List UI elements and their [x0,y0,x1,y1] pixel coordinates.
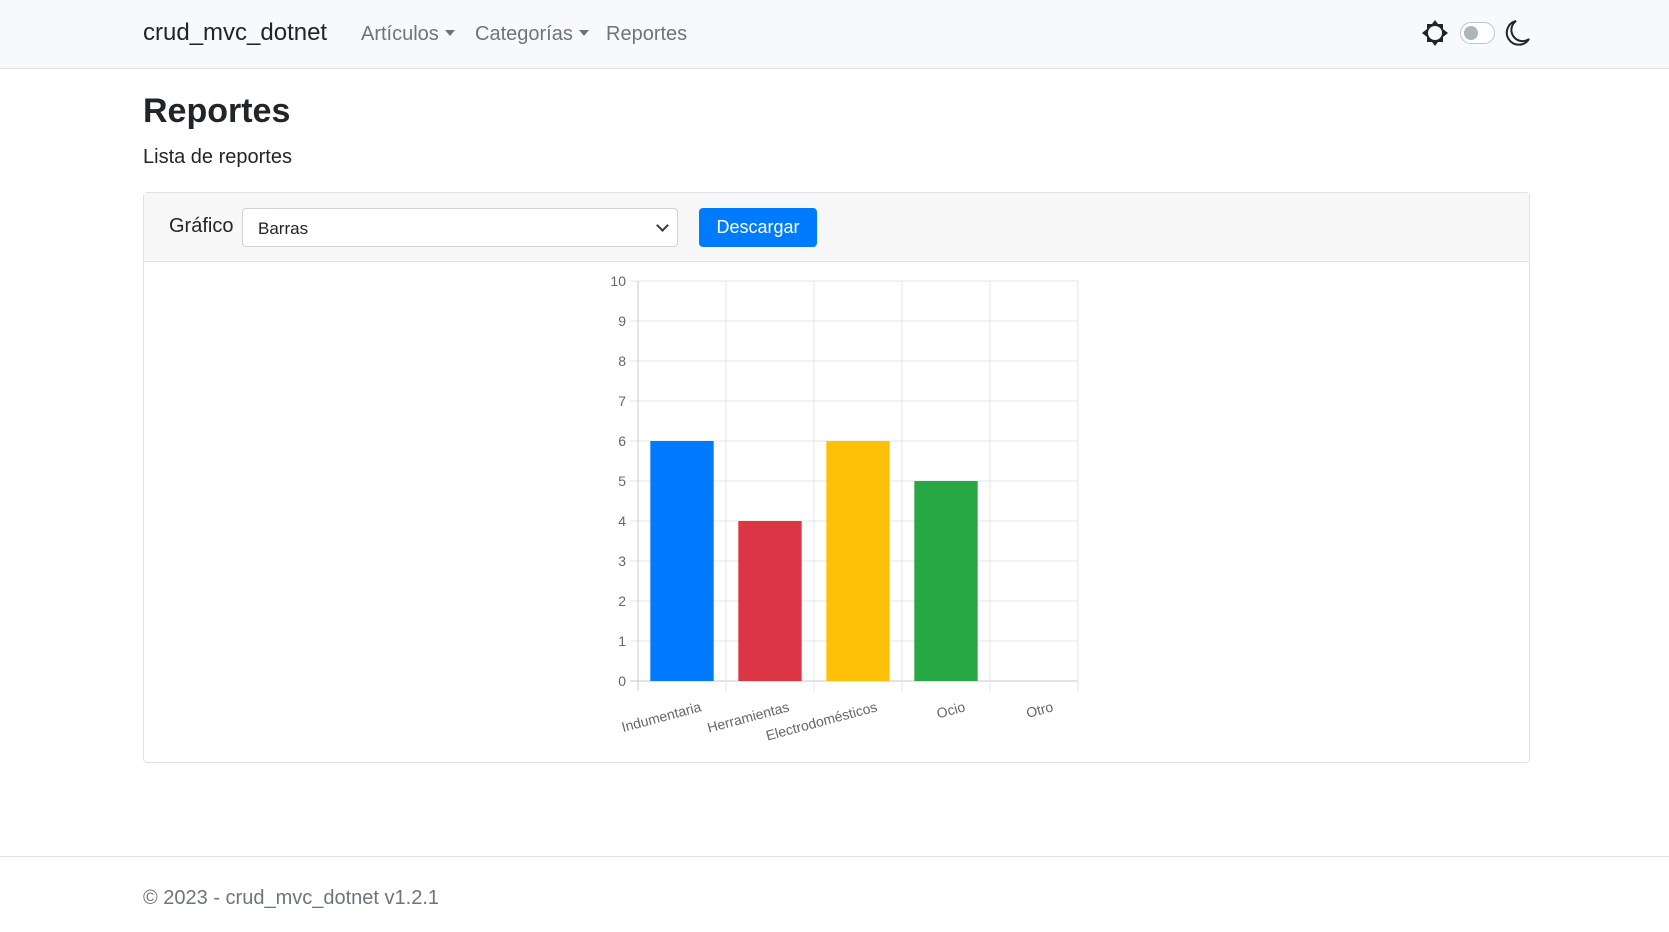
y-tick-label: 6 [618,433,626,449]
bar-chart: 012345678910Indumentaria HerramientasElec… [610,273,1079,744]
y-tick-label: 1 [618,633,626,649]
footer: © 2023 - crud_mvc_dotnet v1.2.1 [0,856,1669,932]
y-tick-label: 10 [610,273,626,289]
bar-indumentaria [650,441,714,681]
y-tick-label: 3 [618,553,626,569]
y-tick-label: 2 [618,593,626,609]
y-tick-label: 5 [618,473,626,489]
y-tick-label: 8 [618,353,626,369]
bar-herramientas [738,521,802,681]
y-tick-label: 0 [618,673,626,689]
y-tick-label: 4 [618,513,626,529]
footer-text: © 2023 - crud_mvc_dotnet v1.2.1 [143,887,440,909]
bar-ocio [914,481,978,681]
x-tick-label: Otro [1024,698,1055,721]
x-tick-label: Ocio [935,698,967,721]
x-tick-label: Indumentaria [620,698,703,735]
bar-electrodomésticos [826,441,890,681]
y-tick-label: 9 [618,313,626,329]
y-tick-label: 7 [618,393,626,409]
